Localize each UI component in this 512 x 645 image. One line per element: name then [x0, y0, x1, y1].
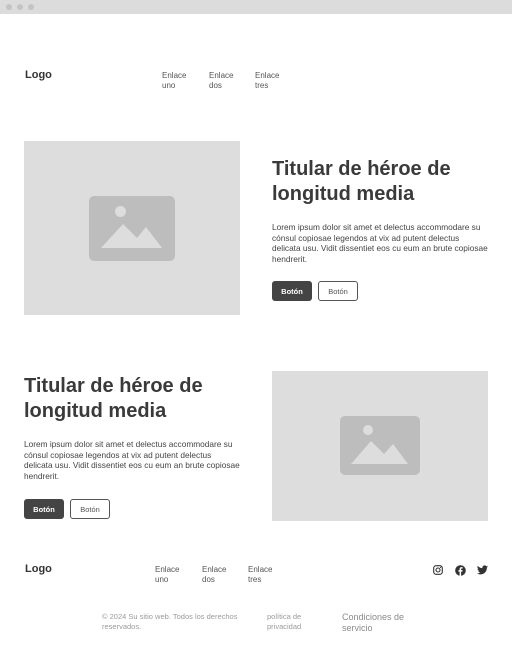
browser-top-bar — [0, 0, 512, 14]
image-placeholder-icon — [340, 416, 420, 475]
facebook-icon[interactable] — [454, 564, 466, 576]
twitter-icon[interactable] — [476, 564, 488, 576]
window-dot-icon — [28, 4, 34, 10]
hero-secondary-button[interactable]: Botón — [318, 281, 358, 301]
hero-body-text: Lorem ipsum dolor sit amet et delectus a… — [272, 222, 488, 264]
copyright-text: © 2024 Su sitio web. Todos los derechos … — [102, 612, 238, 631]
footer-link-1[interactable]: Enlace uno — [155, 565, 191, 585]
nav-link-3[interactable]: Enlace tres — [255, 71, 291, 91]
hero-primary-button[interactable]: Botón — [272, 281, 312, 301]
nav-link-1[interactable]: Enlace uno — [162, 71, 198, 91]
nav-link-2[interactable]: Enlace dos — [209, 71, 245, 91]
hero-image-placeholder — [24, 141, 240, 315]
header-logo[interactable]: Logo — [25, 69, 52, 81]
hero-primary-button[interactable]: Botón — [24, 499, 64, 519]
hero-image-placeholder — [272, 371, 488, 521]
window-dot-icon — [17, 4, 23, 10]
image-placeholder-icon — [89, 196, 175, 261]
terms-link[interactable]: Condiciones de servicio — [342, 612, 422, 634]
instagram-icon[interactable] — [432, 564, 444, 576]
hero-body-text: Lorem ipsum dolor sit amet et delectus a… — [24, 439, 240, 481]
hero-title: Titular de héroe de longitud media — [272, 158, 451, 205]
footer-link-2[interactable]: Enlace dos — [202, 565, 238, 585]
window-dot-icon — [6, 4, 12, 10]
privacy-link[interactable]: política de privacidad — [267, 612, 323, 632]
hero-secondary-button[interactable]: Botón — [70, 499, 110, 519]
hero-title: Titular de héroe de longitud media — [24, 375, 203, 422]
footer-logo[interactable]: Logo — [25, 563, 52, 575]
footer-link-3[interactable]: Enlace tres — [248, 565, 284, 585]
